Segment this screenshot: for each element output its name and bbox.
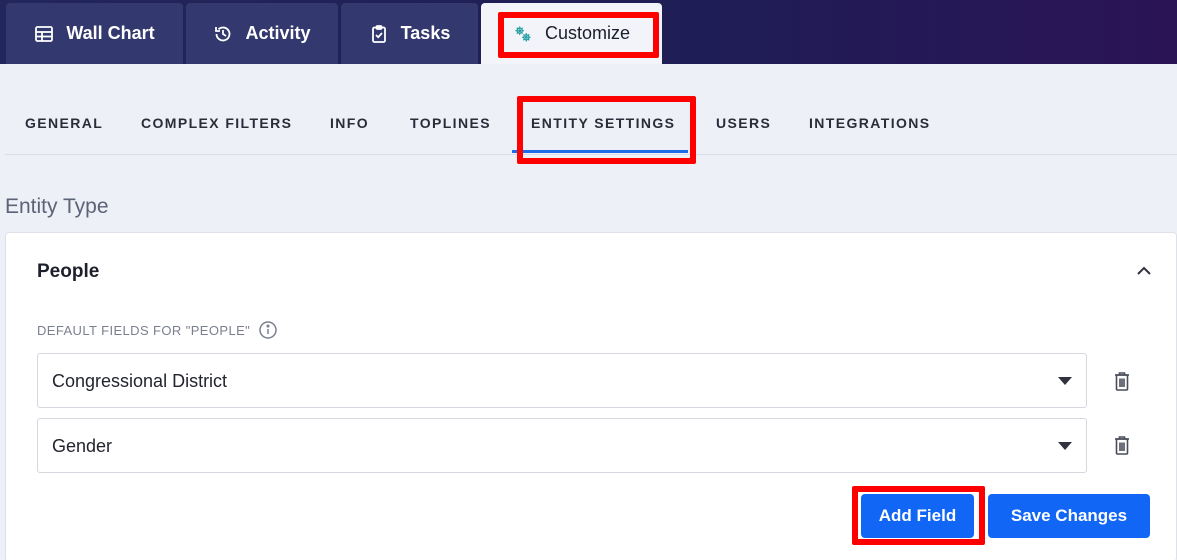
tab-label: Wall Chart	[66, 23, 155, 43]
default-fields-text: DEFAULT FIELDS FOR "PEOPLE"	[37, 322, 251, 338]
tab-integrations[interactable]: INTEGRATIONS	[809, 115, 931, 131]
tab-info[interactable]: INFO	[330, 115, 369, 131]
field-select-value: Congressional District	[52, 371, 228, 391]
table-icon	[35, 25, 54, 42]
save-changes-button[interactable]: Save Changes	[988, 494, 1150, 538]
field-select-value: Gender	[52, 436, 113, 456]
tab-complex-filters[interactable]: COMPLEX FILTERS	[141, 115, 292, 131]
settings-tabs: GENERAL COMPLEX FILTERS INFO TOPLINES EN…	[5, 64, 1177, 155]
tab-general[interactable]: GENERAL	[25, 115, 103, 131]
gears-icon	[515, 26, 531, 41]
card-title: People	[37, 261, 100, 282]
history-icon	[215, 26, 231, 41]
top-tab-bar: Wall Chart Activity Tasks Customize	[0, 0, 1177, 64]
section-title: Entity Type	[5, 195, 109, 218]
add-field-button[interactable]: Add Field	[861, 494, 974, 538]
field-select[interactable]: Congressional District	[37, 353, 1087, 408]
info-icon[interactable]	[258, 320, 278, 340]
tab-toplines[interactable]: TOPLINES	[410, 115, 491, 131]
default-fields-label: DEFAULT FIELDS FOR "PEOPLE"	[37, 320, 278, 340]
trash-icon[interactable]	[1112, 370, 1132, 392]
entity-card: People DEFAULT FIELDS FOR "PEOPLE" Congr…	[5, 232, 1177, 560]
clipboard-check-icon	[371, 24, 386, 43]
tab-tasks[interactable]: Tasks	[341, 3, 478, 64]
tab-entity-settings[interactable]: ENTITY SETTINGS	[531, 115, 675, 131]
tab-label: Tasks	[400, 23, 451, 43]
tab-customize[interactable]: Customize	[481, 3, 662, 64]
chevron-up-icon[interactable]	[1134, 263, 1154, 279]
caret-down-icon	[1058, 442, 1072, 450]
trash-icon[interactable]	[1112, 434, 1132, 456]
field-select[interactable]: Gender	[37, 418, 1087, 473]
caret-down-icon	[1058, 377, 1072, 385]
tab-activity[interactable]: Activity	[186, 3, 338, 64]
tab-users[interactable]: USERS	[716, 115, 771, 131]
tab-wall-chart[interactable]: Wall Chart	[6, 3, 183, 64]
active-tab-indicator	[512, 150, 688, 153]
tab-label: Activity	[245, 23, 311, 43]
tab-label: Customize	[544, 23, 631, 43]
